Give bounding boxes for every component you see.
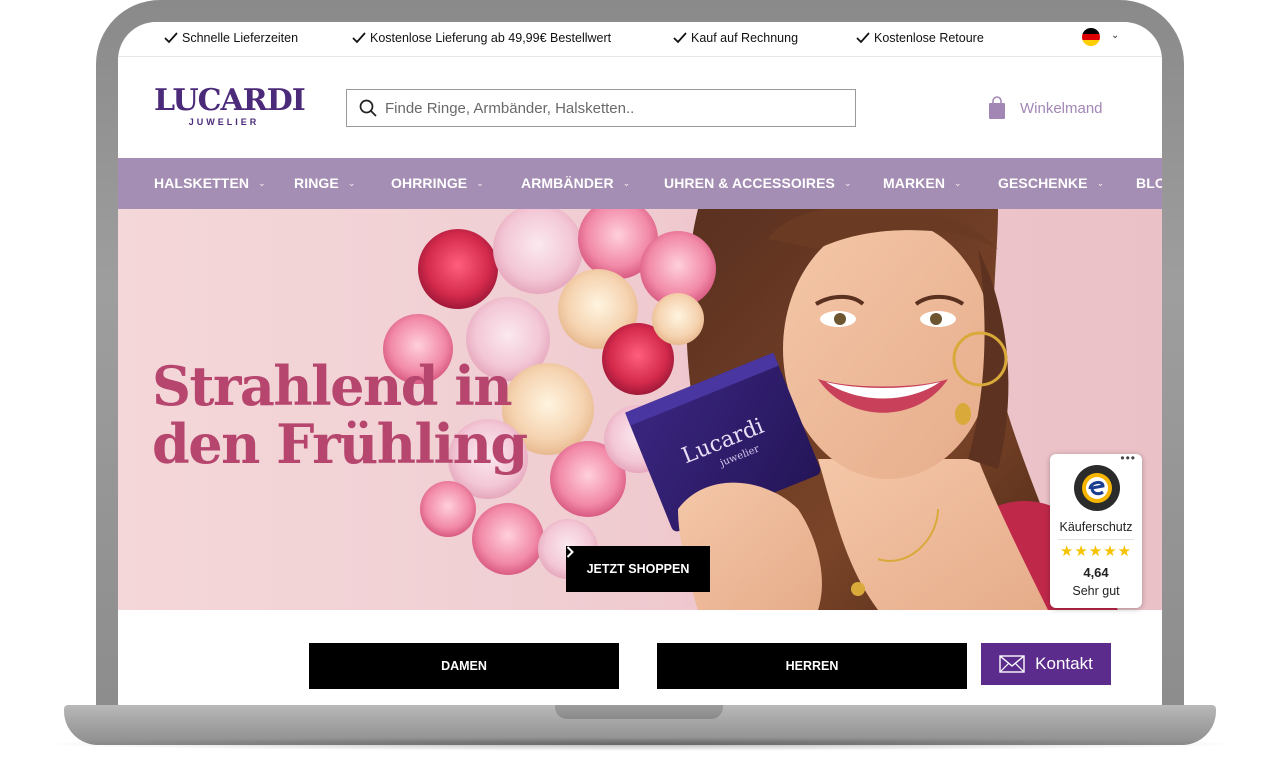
trusted-shops-badge[interactable]: ••• Käuferschutz ★★★★★ 4,64 Sehr gut — [1050, 451, 1142, 608]
nav-item-uhren-accessoires[interactable]: UHREN & ACCESSOIRES ⌄ — [664, 175, 852, 191]
nav-item-marken[interactable]: MARKEN ⌄ — [883, 175, 962, 191]
hero-cta-label: JETZT SHOPPEN — [586, 562, 690, 576]
nav-label: RINGE — [294, 175, 339, 191]
lucardi-logo[interactable]: LUCARDI JUWELIER — [154, 83, 306, 128]
kontakt-button[interactable]: Kontakt — [981, 643, 1111, 685]
usp-item: Kauf auf Rechnung — [673, 31, 798, 45]
nav-label: GESCHENKE — [998, 175, 1088, 191]
nav-item-geschenke[interactable]: GESCHENKE ⌄ — [998, 175, 1104, 191]
nav-item-ringe[interactable]: RINGE ⌄ — [294, 175, 356, 191]
hero-title: Strahlend in den Frühling — [152, 354, 528, 476]
cart-label: Winkelmand — [1020, 99, 1103, 117]
jetzt-shoppen-button[interactable]: JETZT SHOPPEN — [566, 546, 710, 592]
chevron-down-icon: ⌄ — [622, 177, 631, 188]
usp-label: Schnelle Lieferzeiten — [182, 31, 299, 45]
herren-button[interactable]: HERREN — [657, 643, 967, 689]
laptop-notch — [555, 705, 723, 719]
usp-label: Kauf auf Rechnung — [691, 31, 799, 45]
nav-item-ohrringe[interactable]: OHRRINGE ⌄ — [391, 175, 484, 191]
usp-label: Kostenlose Retoure — [874, 31, 984, 45]
check-icon — [673, 32, 687, 44]
chevron-down-icon: ⌄ — [476, 177, 484, 188]
nav-item-halsketten[interactable]: HALSKETTEN ⌄ — [154, 175, 266, 191]
header: LUCARDI JUWELIER Winkelmand — [118, 58, 1162, 158]
mail-icon — [999, 655, 1025, 673]
more-icon[interactable]: ••• — [1120, 451, 1136, 465]
chevron-down-icon: ⌄ — [954, 177, 962, 188]
germany-flag-icon[interactable] — [1082, 28, 1100, 46]
laptop-shadow — [30, 737, 1250, 751]
chevron-down-icon: ⌄ — [843, 177, 852, 188]
search-box[interactable] — [346, 89, 856, 127]
usp-label: Kostenlose Lieferung ab 49,99€ Bestellwe… — [370, 31, 612, 45]
shopping-bag-icon — [989, 96, 1005, 119]
nav-label: ARMBÄNDER — [521, 175, 614, 191]
chevron-down-icon: ⌄ — [347, 177, 356, 188]
rating-text: Sehr gut — [1072, 584, 1120, 598]
nav-label: BLO — [1136, 175, 1162, 191]
nav-label: OHRRINGE — [391, 175, 468, 191]
nav-label: HALSKETTEN — [154, 175, 250, 191]
check-icon — [164, 32, 178, 44]
main-nav: HALSKETTEN ⌄ RINGE ⌄ OHRRINGE ⌄ ARMBÄNDER ⌄ … — [118, 158, 1162, 209]
rating-stars: ★★★★★ — [1059, 543, 1133, 560]
usp-item: Kostenlose Retoure — [856, 31, 984, 45]
usp-item: Kostenlose Lieferung ab 49,99€ Bestellwe… — [352, 31, 611, 45]
rating-score: 4,64 — [1083, 565, 1109, 580]
usp-item: Schnelle Lieferzeiten — [164, 31, 298, 45]
chevron-down-icon: ⌄ — [1096, 177, 1105, 188]
hero-title-line1: Strahlend in — [152, 354, 513, 418]
logo-main: LUCARDI — [154, 83, 306, 118]
kontakt-label: Kontakt — [1035, 654, 1093, 673]
chevron-down-icon: ⌄ — [258, 177, 266, 188]
divider — [1058, 539, 1134, 540]
chevron-right-icon — [566, 546, 574, 558]
hero-title-line2: den Frühling — [152, 412, 528, 476]
laptop-screen: Schnelle Lieferzeiten Kostenlose Lieferu… — [118, 22, 1162, 705]
chevron-down-icon[interactable]: ⌄ — [1111, 30, 1119, 41]
usp-bar: Schnelle Lieferzeiten Kostenlose Lieferu… — [118, 22, 1162, 57]
nav-item-blog[interactable]: BLO — [1136, 175, 1162, 191]
trusted-label: Käuferschutz — [1059, 520, 1133, 534]
check-icon — [352, 32, 366, 44]
check-icon — [856, 32, 870, 44]
trusted-shops-seal-icon — [1074, 465, 1120, 511]
nav-item-armbaender[interactable]: ARMBÄNDER ⌄ — [521, 175, 630, 191]
nav-label: UHREN & ACCESSOIRES — [664, 175, 835, 191]
nav-label: MARKEN — [883, 175, 946, 191]
search-input[interactable] — [385, 99, 825, 117]
search-icon[interactable] — [359, 99, 377, 117]
hero-banner[interactable]: Lucardi juwelier Strahlend in den Frühli… — [118, 209, 1162, 610]
cart-link[interactable]: Winkelmand — [988, 96, 1103, 120]
damen-button[interactable]: DAMEN — [309, 643, 619, 689]
